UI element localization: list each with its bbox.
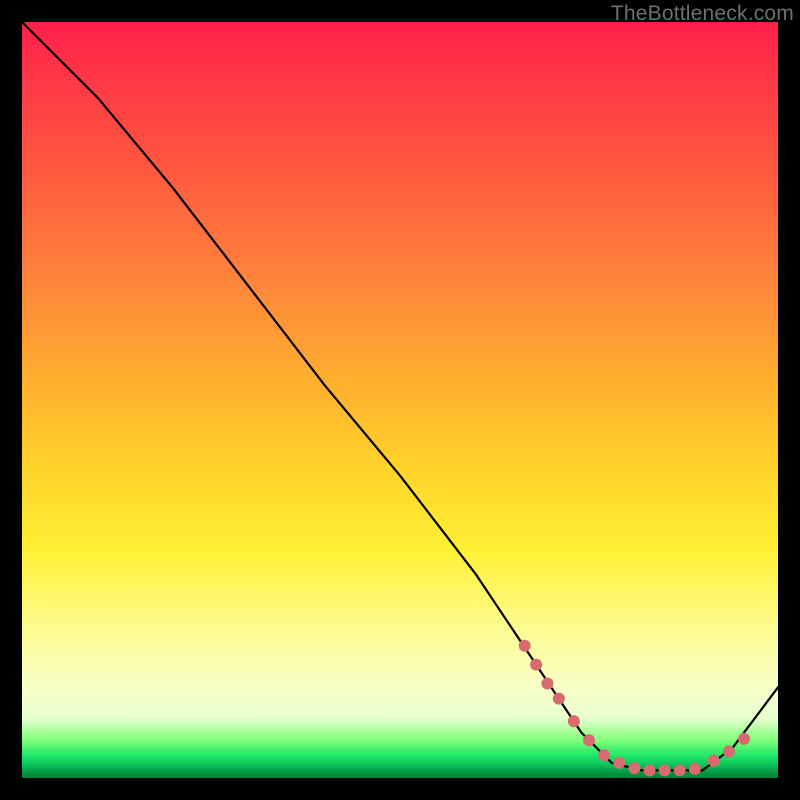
highlight-dot xyxy=(674,764,686,776)
highlight-dot xyxy=(628,762,640,774)
highlight-dot xyxy=(708,755,720,767)
highlight-dot xyxy=(530,659,542,671)
chart-frame: TheBottleneck.com xyxy=(0,0,800,800)
highlight-dot xyxy=(553,693,565,705)
curve-line xyxy=(22,22,778,770)
plot-area xyxy=(22,22,778,778)
highlight-dot xyxy=(644,764,656,776)
highlight-dot xyxy=(723,746,735,758)
highlight-dot xyxy=(689,763,701,775)
highlight-dot xyxy=(541,678,553,690)
highlight-dot xyxy=(738,733,750,745)
highlight-dot xyxy=(583,734,595,746)
chart-svg xyxy=(22,22,778,778)
highlight-dot xyxy=(659,764,671,776)
highlight-dot xyxy=(613,757,625,769)
highlight-dot xyxy=(519,640,531,652)
highlight-dot xyxy=(568,715,580,727)
watermark-text: TheBottleneck.com xyxy=(611,2,794,26)
highlight-dot xyxy=(598,749,610,761)
